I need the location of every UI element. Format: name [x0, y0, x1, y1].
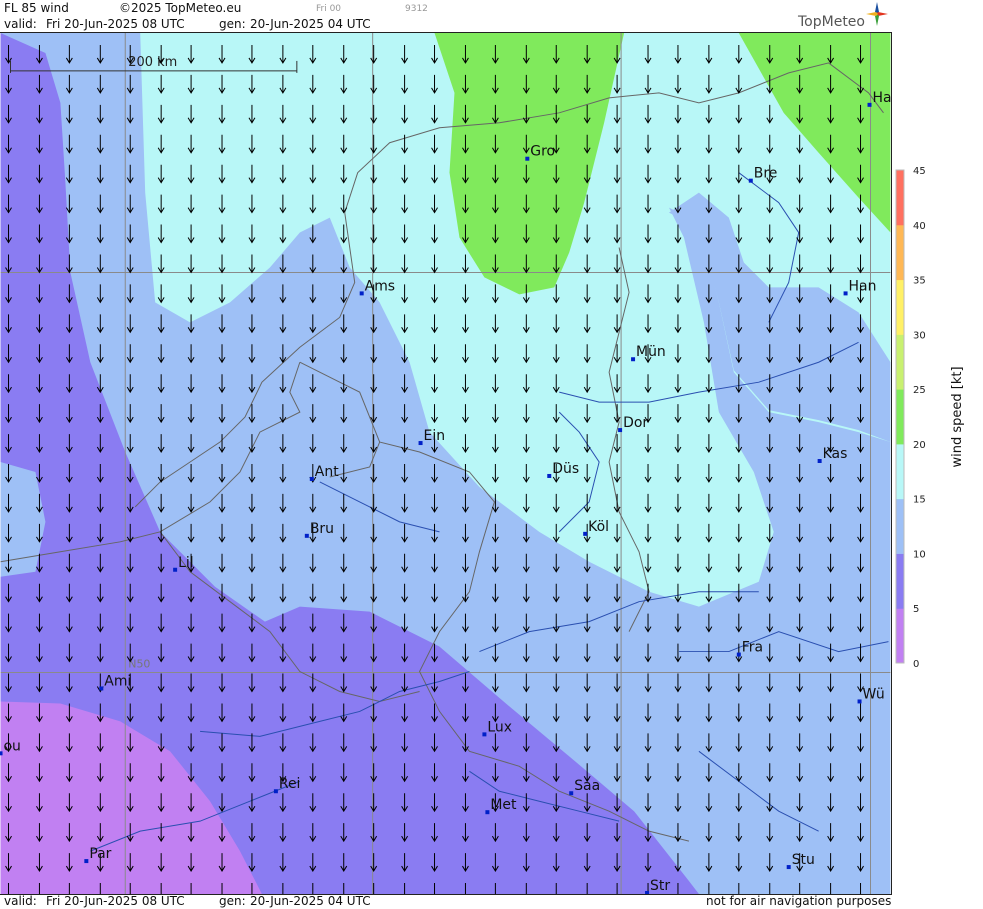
wind-speed-legend: 45 40 35 30 25 20 15 10 5 0 wind speed [kt]: [893, 32, 983, 895]
city-label: Kas: [823, 446, 848, 462]
legend-band: [896, 224, 904, 281]
brand-logo-text: TopMeteo: [798, 14, 865, 30]
city-label: Ant: [315, 464, 339, 480]
city-marker: [418, 441, 423, 446]
city-label: Rei: [279, 776, 301, 792]
city-marker: [631, 357, 636, 362]
scale-bar-label: 200 km: [128, 55, 177, 70]
city-label: Bre: [754, 166, 778, 182]
city-marker: [736, 652, 741, 657]
city-label: Stu: [792, 852, 815, 868]
city-marker: [867, 102, 872, 107]
city-marker: [583, 531, 588, 536]
city-marker: [748, 178, 753, 183]
city-marker: [359, 291, 364, 296]
city-marker: [485, 810, 490, 815]
legend-band: [896, 608, 904, 664]
city-label: Gro: [530, 144, 555, 160]
city-label: Met: [490, 797, 517, 813]
valid-time: Fri 20-Jun-2025 08 UTC: [46, 17, 185, 31]
city-label: Lux: [487, 719, 512, 735]
wind-map[interactable]: N50 200 km HaGroBreAms HanMünEinDorKasAnt…: [0, 32, 892, 895]
footer-valid-label: valid:: [4, 894, 37, 908]
city-marker: [569, 791, 574, 796]
legend-band: [896, 443, 904, 500]
legend-color-bar: [896, 170, 904, 664]
legend-tick-label: 15: [913, 495, 926, 506]
copyright-text: ©2025 TopMeteo.eu: [119, 1, 242, 15]
city-label: Fra: [742, 640, 763, 656]
city-marker: [273, 789, 278, 794]
legend-tick-label: 40: [913, 221, 926, 232]
city-marker: [309, 476, 314, 481]
city-label: Par: [89, 846, 111, 862]
legend-band: [896, 170, 904, 226]
legend-band: [896, 334, 904, 390]
legend-band: [896, 498, 904, 554]
city-label: Lil: [178, 555, 194, 571]
product-code: 9312: [405, 4, 428, 14]
city-marker: [99, 686, 104, 691]
city-label: Köl: [588, 519, 609, 535]
city-label: Bru: [310, 521, 334, 537]
city-label: Saa: [574, 778, 600, 794]
legend-tick-label: 25: [913, 385, 926, 396]
city-marker: [547, 473, 552, 478]
city-marker: [173, 567, 178, 572]
footer-gen-time: 20-Jun-2025 04 UTC: [250, 894, 371, 908]
gen-time: 20-Jun-2025 04 UTC: [250, 17, 371, 31]
gen-label: gen:: [219, 17, 246, 31]
legend-tick-label: 30: [913, 330, 926, 341]
legend-tick-label: 0: [913, 659, 919, 670]
legend-band: [896, 553, 904, 609]
city-label: Mün: [636, 344, 666, 360]
legend-tick-label: 35: [913, 276, 926, 287]
city-label: Ein: [424, 428, 446, 444]
map-footer: valid: Fri 20-Jun-2025 08 UTC gen: 20-Ju…: [0, 894, 892, 909]
city-marker: [84, 859, 89, 864]
city-label: Str: [650, 878, 670, 894]
city-marker: [304, 533, 309, 538]
city-marker: [482, 732, 487, 737]
city-label: Düs: [552, 461, 579, 477]
footer-gen-label: gen:: [219, 894, 246, 908]
run-marker: Fri 00: [316, 4, 342, 14]
city-label: Ha: [873, 90, 892, 106]
city-marker: [817, 459, 822, 464]
legend-tick-label: 10: [913, 549, 926, 560]
product-title: FL 85 wind: [4, 1, 69, 15]
city-marker: [843, 291, 848, 296]
legend-band: [896, 389, 904, 445]
map-header: FL 85 wind ©2025 TopMeteo.eu Fri 00 9312…: [0, 0, 892, 32]
city-label: ou: [4, 738, 21, 754]
footer-valid-time: Fri 20-Jun-2025 08 UTC: [46, 894, 185, 908]
legend-ticks: 45 40 35 30 25 20 15 10 5 0: [913, 166, 926, 670]
valid-label: valid:: [4, 17, 37, 31]
city-label: Dor: [623, 415, 648, 431]
city-marker: [525, 156, 530, 161]
city-label: Wü: [863, 686, 885, 702]
city-label: Han: [849, 278, 877, 294]
city-label: Ams: [365, 278, 395, 294]
legend-tick-label: 5: [913, 604, 919, 615]
city-label: Ami: [104, 673, 131, 689]
compass-logo-icon: [866, 2, 888, 26]
legend-tick-label: 20: [913, 440, 926, 451]
legend-band: [896, 279, 904, 335]
legend-title: wind speed [kt]: [950, 366, 965, 467]
disclaimer-text: not for air navigation purposes: [706, 894, 892, 908]
legend-tick-label: 45: [913, 166, 926, 177]
city-marker: [857, 699, 862, 704]
city-marker: [618, 428, 623, 433]
city-marker: [786, 865, 791, 870]
city-marker: [0, 751, 3, 756]
